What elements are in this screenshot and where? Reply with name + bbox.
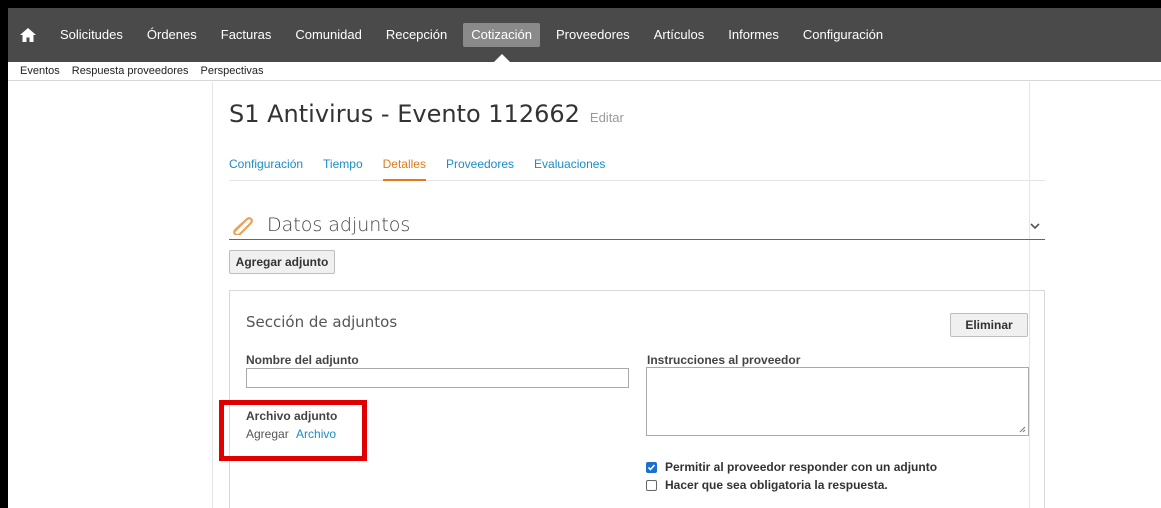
subnav-perspectivas[interactable]: Perspectivas xyxy=(201,65,264,77)
nav-configuracion[interactable]: Configuración xyxy=(795,23,891,47)
supplier-instructions-label: Instrucciones al proveedor xyxy=(647,353,801,367)
required-response-option[interactable]: Hacer que sea obligatoria la respuesta. xyxy=(646,478,888,492)
top-navigation: Solicitudes Órdenes Facturas Comunidad R… xyxy=(8,8,1161,62)
tab-detalles[interactable]: Detalles xyxy=(382,157,426,181)
event-tabs: Configuración Tiempo Detalles Proveedore… xyxy=(229,157,1045,181)
nav-articulos[interactable]: Artículos xyxy=(646,23,713,47)
nav-solicitudes[interactable]: Solicitudes xyxy=(52,23,131,47)
resize-handle-icon[interactable] xyxy=(1019,426,1026,433)
nav-comunidad[interactable]: Comunidad xyxy=(287,23,370,47)
subnav-eventos[interactable]: Eventos xyxy=(20,65,60,77)
required-response-checkbox[interactable] xyxy=(646,479,657,491)
subnav-respuesta-proveedores[interactable]: Respuesta proveedores xyxy=(72,65,189,77)
attachment-name-label: Nombre del adjunto xyxy=(246,353,359,367)
tab-configuracion[interactable]: Configuración xyxy=(229,157,303,181)
allow-attachment-checkbox[interactable] xyxy=(646,461,657,473)
nav-cotizacion[interactable]: Cotización xyxy=(463,23,540,62)
nav-informes[interactable]: Informes xyxy=(720,23,787,47)
page-title: S1 Antivirus - Evento 112662 xyxy=(229,100,580,128)
section-title: Sección de adjuntos xyxy=(246,313,398,331)
edit-link[interactable]: Editar xyxy=(590,110,624,125)
attachment-section: Sección de adjuntos Eliminar Nombre del … xyxy=(229,290,1045,508)
sub-navigation: Eventos Respuesta proveedores Perspectiv… xyxy=(8,62,1161,81)
paperclip-icon xyxy=(233,216,253,235)
supplier-instructions-textarea[interactable] xyxy=(646,367,1029,436)
home-button[interactable] xyxy=(8,8,48,62)
home-icon xyxy=(20,28,36,42)
annotation-highlight-box xyxy=(219,400,367,461)
allow-attachment-label: Permitir al proveedor responder con un a… xyxy=(665,460,938,474)
attachments-header[interactable]: Datos adjuntos xyxy=(229,210,1045,240)
nav-ordenes[interactable]: Órdenes xyxy=(139,23,205,47)
attachments-title: Datos adjuntos xyxy=(267,213,411,236)
nav-facturas[interactable]: Facturas xyxy=(213,23,280,47)
nav-recepcion[interactable]: Recepción xyxy=(378,23,455,47)
chevron-down-icon[interactable] xyxy=(1029,220,1041,232)
attachment-name-input[interactable] xyxy=(246,368,629,388)
tab-proveedores[interactable]: Proveedores xyxy=(446,157,514,181)
delete-button[interactable]: Eliminar xyxy=(950,313,1028,337)
allow-attachment-response-option[interactable]: Permitir al proveedor responder con un a… xyxy=(646,460,937,474)
tab-tiempo[interactable]: Tiempo xyxy=(323,157,363,181)
add-attachment-button[interactable]: Agregar adjunto xyxy=(229,250,335,274)
required-response-label: Hacer que sea obligatoria la respuesta. xyxy=(665,478,888,492)
tab-evaluaciones[interactable]: Evaluaciones xyxy=(534,157,605,181)
checkmark-icon xyxy=(647,463,656,471)
nav-proveedores[interactable]: Proveedores xyxy=(548,23,638,47)
page-header: S1 Antivirus - Evento 112662 Editar xyxy=(229,100,624,128)
